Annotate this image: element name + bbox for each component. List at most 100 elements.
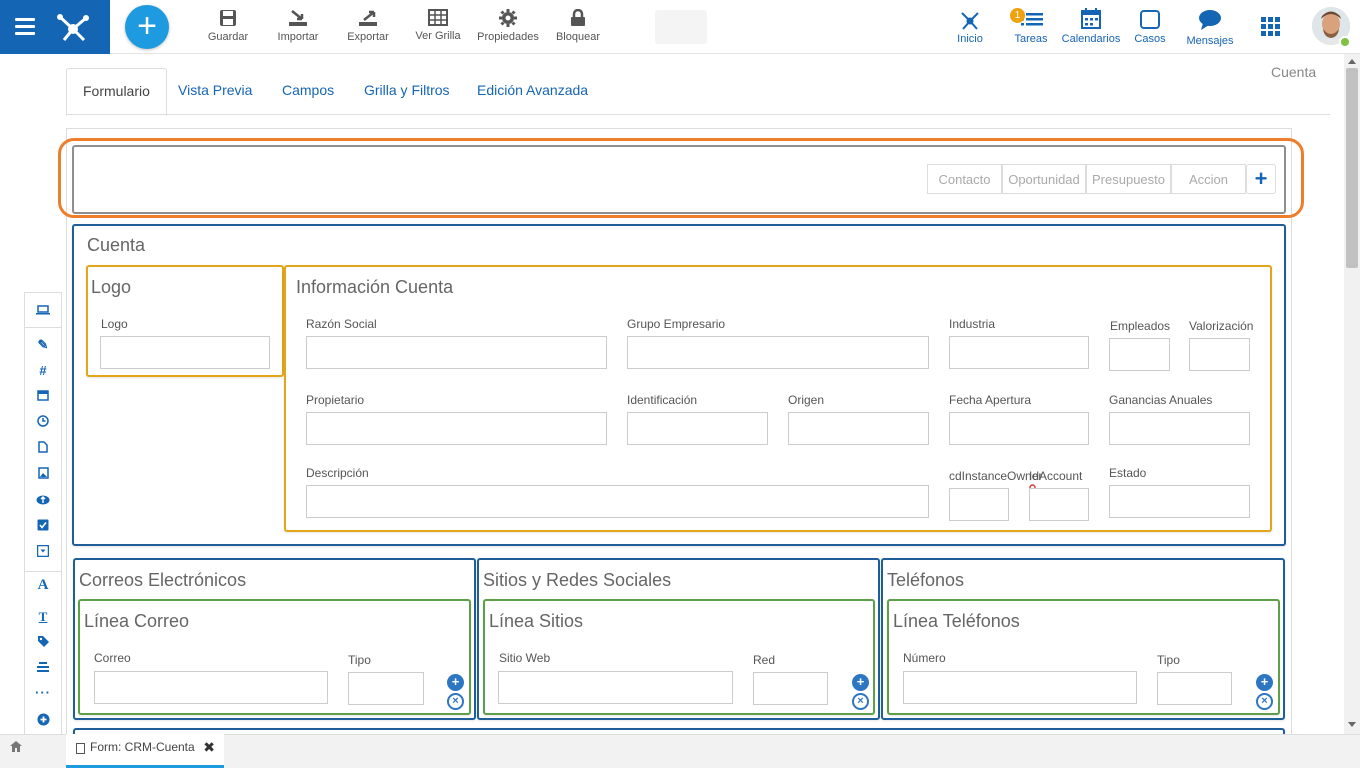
empleados-field[interactable] [1109,338,1170,371]
identificacion-field[interactable] [627,412,768,445]
save-button[interactable]: Guardar [206,9,250,43]
estado-label: Estado [1109,466,1147,480]
edit-field-icon[interactable]: ✎ [25,337,61,353]
red-field[interactable] [753,672,828,705]
sitio-web-field[interactable] [498,671,733,704]
cloud-upload-icon[interactable] [25,493,61,508]
fecha-apertura-field[interactable] [949,412,1089,445]
image-icon[interactable] [25,467,61,482]
nav-inicio-label: Inicio [957,33,983,45]
apps-grid-icon[interactable] [1261,17,1281,37]
remove-row-icon[interactable]: × [447,693,464,710]
scroll-down-icon[interactable] [1348,722,1356,727]
identificacion-label: Identificación [627,393,698,407]
nav-calendarios[interactable]: Calendarios [1060,8,1122,45]
fecha-apertura-label: Fecha Apertura [949,393,1032,407]
properties-button[interactable]: Propiedades [476,9,540,43]
nav-casos[interactable]: Casos [1132,8,1168,45]
line-telefonos-title: Línea Teléfonos [893,611,1020,631]
export-label: Exportar [347,31,389,43]
hamburger-menu-icon[interactable] [15,18,35,36]
view-grid-label: Ver Grilla [415,30,461,42]
correo-tipo-field[interactable] [348,672,424,705]
laptop-icon[interactable] [25,303,61,318]
clock-icon[interactable] [25,415,61,430]
correo-field[interactable] [94,671,328,704]
gear-icon [499,9,517,27]
online-status-dot [1339,36,1351,48]
logo-field-label: Logo [101,317,128,331]
align-center-icon[interactable] [25,661,61,676]
group-logo-title: Logo [91,277,132,297]
group-informacion-cuenta-title: Información Cuenta [296,277,454,297]
lock-label: Bloquear [555,31,601,43]
vertical-scrollbar[interactable] [1344,54,1360,734]
industria-field[interactable] [949,336,1089,369]
telefono-tipo-label: Tipo [1157,653,1180,667]
container-correos-title: Correos Electrónicos [79,570,247,590]
add-new-button[interactable]: + [125,5,169,49]
export-button[interactable]: Exportar [344,9,392,43]
number-field-icon[interactable]: # [25,363,61,378]
valorizacion-field[interactable] [1189,338,1250,371]
line-sitios-title: Línea Sitios [489,611,584,631]
close-icon[interactable]: ✖ [203,734,215,760]
logo-field[interactable] [100,336,270,369]
empleados-label: Empleados [1110,319,1171,333]
import-button[interactable]: Importar [274,9,322,43]
checkbox-icon[interactable] [25,519,61,534]
text-icon[interactable]: T [25,609,61,625]
origen-label: Origen [788,393,825,407]
remove-row-icon[interactable]: × [852,693,869,710]
add-row-icon[interactable]: + [447,674,464,691]
sitio-web-label: Sitio Web [499,651,551,665]
tab-campos[interactable]: Campos [282,68,334,115]
tab-grilla-filtros[interactable]: Grilla y Filtros [364,68,450,115]
remove-row-icon[interactable]: × [1256,693,1273,710]
add-row-icon[interactable]: + [852,674,869,691]
cd-owner-field[interactable] [949,488,1009,521]
document-tab[interactable]: Form: CRM-Cuenta ✖ [66,734,224,768]
ganancias-label: Ganancias Anuales [1109,393,1213,407]
font-icon[interactable]: A [25,577,61,594]
nav-calendarios-label: Calendarios [1061,33,1121,45]
document-tab-label: Form: CRM-Cuenta [90,740,195,754]
lock-button[interactable]: Bloquear [554,9,602,43]
dropdown-icon[interactable] [25,544,61,560]
estado-field[interactable] [1109,485,1250,518]
id-account-field[interactable] [1029,488,1089,521]
file-icon[interactable] [25,441,61,456]
scroll-thumb[interactable] [1346,68,1358,268]
lock-icon [571,9,585,26]
nav-mensajes[interactable]: Mensajes [1184,8,1236,47]
tab-vista-previa[interactable]: Vista Previa [178,68,252,115]
line-correo-title: Línea Correo [84,611,190,631]
home-icon[interactable] [10,741,22,752]
nav-casos-label: Casos [1134,33,1166,45]
origen-field[interactable] [788,412,929,445]
descripcion-field[interactable] [306,485,929,518]
top-bar: + Guardar Importar Exportar Ver Grilla P… [0,0,1360,54]
calendar-icon [1081,8,1101,29]
add-row-icon[interactable]: + [1256,674,1273,691]
red-label: Red [753,653,776,667]
add-circle-icon[interactable] [25,713,61,729]
container-cuenta-title: Cuenta [87,235,146,255]
telefono-tipo-field[interactable] [1157,672,1232,705]
grupo-empresario-field[interactable] [627,336,929,369]
nav-inicio[interactable]: Inicio [952,8,988,45]
view-grid-button[interactable]: Ver Grilla [412,9,464,42]
tab-formulario[interactable]: Formulario [66,68,167,116]
tasks-badge: 1 [1010,8,1025,23]
chat-bubble-icon [1199,10,1221,30]
scroll-up-icon[interactable] [1348,59,1356,64]
tab-edicion-avanzada[interactable]: Edición Avanzada [477,68,588,115]
ganancias-field[interactable] [1109,412,1250,445]
date-field-icon[interactable] [25,389,61,404]
numero-field[interactable] [903,671,1137,704]
more-icon[interactable]: ··· [25,685,61,700]
propietario-field[interactable] [306,412,607,445]
razon-social-field[interactable] [306,336,607,369]
highlight-ring [58,138,1304,218]
tags-icon[interactable] [25,635,61,650]
